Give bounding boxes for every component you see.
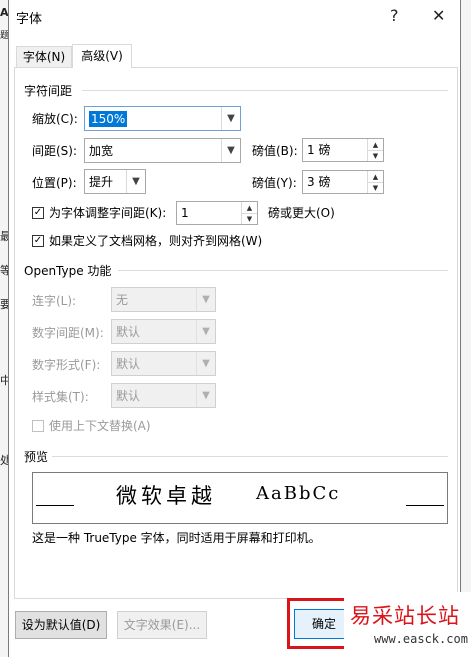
close-icon[interactable]: ✕ — [432, 6, 445, 25]
kerning-checkbox[interactable]: ✓ — [32, 207, 44, 219]
preview-baseline-right — [406, 505, 444, 506]
kerning-suffix: 磅或更大(O) — [268, 206, 335, 220]
spacing-value: 加宽 — [89, 144, 114, 158]
spacing-by-value: 1 磅 — [307, 143, 331, 157]
number-forms-label: 数字形式(F): — [32, 358, 101, 372]
ligatures-label: 连字(L): — [32, 294, 77, 308]
text-effects-button[interactable]: 文字效果(E)... — [117, 611, 207, 639]
kerning-value: 1 — [181, 206, 189, 220]
spacing-label: 间距(S): — [32, 144, 78, 158]
ligatures-value: 无 — [116, 293, 129, 307]
ligatures-combo[interactable]: 无 ▼ — [111, 287, 216, 312]
section-heading-opentype: OpenType 功能 — [24, 264, 112, 278]
chevron-down-icon[interactable]: ▼ — [196, 320, 215, 343]
preview-baseline-left — [36, 505, 74, 506]
watermark-url: www.easck.com — [374, 632, 468, 646]
divider — [82, 90, 448, 91]
tab-advanced[interactable]: 高级(V) — [72, 44, 132, 68]
set-default-button[interactable]: 设为默认值(D) — [15, 611, 107, 639]
spin-down-icon[interactable]: ▼ — [368, 182, 383, 193]
number-forms-value: 默认 — [116, 357, 141, 371]
stylistic-sets-label: 样式集(T): — [32, 390, 89, 404]
spin-down-icon[interactable]: ▼ — [242, 213, 257, 224]
watermark-title: 易采站长站 — [350, 604, 460, 628]
snap-to-grid-label: 如果定义了文档网格，则对齐到网格(W) — [49, 234, 263, 248]
kerning-label: 为字体调整字间距(K): — [49, 206, 167, 220]
snap-to-grid-checkbox[interactable]: ✓ — [32, 235, 44, 247]
preview-box — [32, 472, 448, 524]
kerning-stepper[interactable]: 1 ▲ ▼ — [176, 201, 258, 225]
divider — [52, 456, 448, 457]
section-heading-spacing: 字符间距 — [24, 84, 73, 98]
scale-combo[interactable]: 150% ▼ — [84, 106, 241, 131]
chevron-down-icon[interactable]: ▼ — [126, 170, 145, 193]
contextual-alternates-checkbox[interactable] — [32, 420, 44, 432]
chevron-down-icon[interactable]: ▼ — [196, 352, 215, 375]
position-by-stepper[interactable]: 3 磅 ▲ ▼ — [302, 170, 384, 194]
spacing-by-stepper[interactable]: 1 磅 ▲ ▼ — [302, 138, 384, 162]
scale-value: 150% — [89, 111, 128, 127]
preview-note: 这是一种 TrueType 字体，同时适用于屏幕和打印机。 — [32, 531, 321, 545]
chevron-down-icon[interactable]: ▼ — [196, 288, 215, 311]
stylistic-sets-combo[interactable]: 默认 ▼ — [111, 383, 216, 408]
number-forms-combo[interactable]: 默认 ▼ — [111, 351, 216, 376]
position-label: 位置(P): — [32, 176, 77, 190]
contextual-alternates-label: 使用上下文替换(A) — [49, 419, 151, 433]
number-spacing-value: 默认 — [116, 325, 141, 339]
dialog-title: 字体 — [16, 12, 43, 27]
preview-sample-cjk: 微软卓越 — [116, 484, 216, 508]
scale-label: 缩放(C): — [32, 112, 78, 126]
spin-down-icon[interactable]: ▼ — [368, 150, 383, 161]
chevron-down-icon[interactable]: ▼ — [221, 107, 240, 130]
number-spacing-combo[interactable]: 默认 ▼ — [111, 319, 216, 344]
chevron-down-icon[interactable]: ▼ — [221, 139, 240, 162]
position-by-value: 3 磅 — [307, 175, 331, 189]
tab-font[interactable]: 字体(N) — [16, 46, 72, 68]
chevron-down-icon[interactable]: ▼ — [196, 384, 215, 407]
position-by-label: 磅值(Y): — [252, 176, 297, 190]
position-value: 提升 — [89, 175, 114, 189]
preview-sample-latin: AaBbCc — [256, 483, 341, 504]
position-combo[interactable]: 提升 ▼ — [84, 169, 146, 194]
number-spacing-label: 数字间距(M): — [32, 326, 104, 340]
help-icon[interactable]: ? — [390, 6, 399, 25]
spacing-by-label: 磅值(B): — [252, 144, 298, 158]
spacing-combo[interactable]: 加宽 ▼ — [84, 138, 241, 163]
section-heading-preview: 预览 — [24, 450, 49, 464]
stylistic-sets-value: 默认 — [116, 389, 141, 403]
divider — [118, 270, 448, 271]
